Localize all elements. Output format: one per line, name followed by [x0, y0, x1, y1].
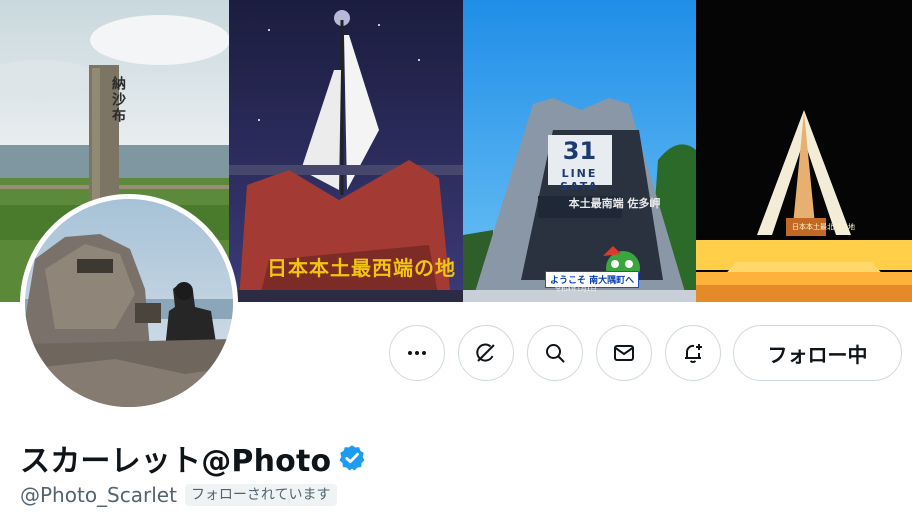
monument-inscription: 日本本土最西端の地	[267, 256, 456, 280]
profile-avatar[interactable]	[20, 194, 238, 412]
following-button[interactable]: フォロー中	[733, 325, 902, 381]
monument-line-label: LINE	[561, 167, 598, 180]
profile-handle-row: @Photo_Scarlet フォローされています	[20, 483, 337, 507]
search-icon	[546, 344, 565, 363]
profile-actions: フォロー中	[389, 325, 902, 381]
monument-number: 31	[562, 137, 597, 165]
more-button[interactable]	[389, 325, 445, 381]
monument-inscription: 本土最南端 佐多岬	[568, 197, 661, 210]
message-button[interactable]	[596, 325, 652, 381]
username-handle: @Photo_Scarlet	[20, 483, 177, 507]
grok-button[interactable]	[458, 325, 514, 381]
notifications-button[interactable]	[665, 325, 721, 381]
verified-badge-icon[interactable]	[337, 443, 367, 473]
profile-name-row: スカーレット@Photo	[20, 436, 367, 480]
search-button[interactable]	[527, 325, 583, 381]
grok-icon	[476, 343, 495, 362]
envelope-icon	[614, 345, 634, 361]
banner-photo-southernmost-point: 31 LINE SATA 本土最南端 佐多岬 ようこそ 南大隅町へ 令和4年1月…	[463, 0, 696, 302]
welcome-sign-date: 令和4年1月1日	[555, 286, 597, 293]
monument-sata-label: SATA	[560, 180, 599, 193]
display-name: スカーレット@Photo	[20, 444, 332, 479]
post-inscription: 納沙布	[110, 76, 126, 124]
more-icon	[408, 351, 426, 355]
follows-you-badge: フォローされています	[184, 484, 337, 506]
monument-plaque: 日本本土最北端の地	[792, 223, 855, 231]
banner-photo-westernmost-point: 日本本土最西端の地	[229, 0, 463, 302]
banner-photo-northernmost-point: 日本本土最北端の地	[696, 0, 912, 302]
bell-plus-icon	[685, 344, 702, 363]
